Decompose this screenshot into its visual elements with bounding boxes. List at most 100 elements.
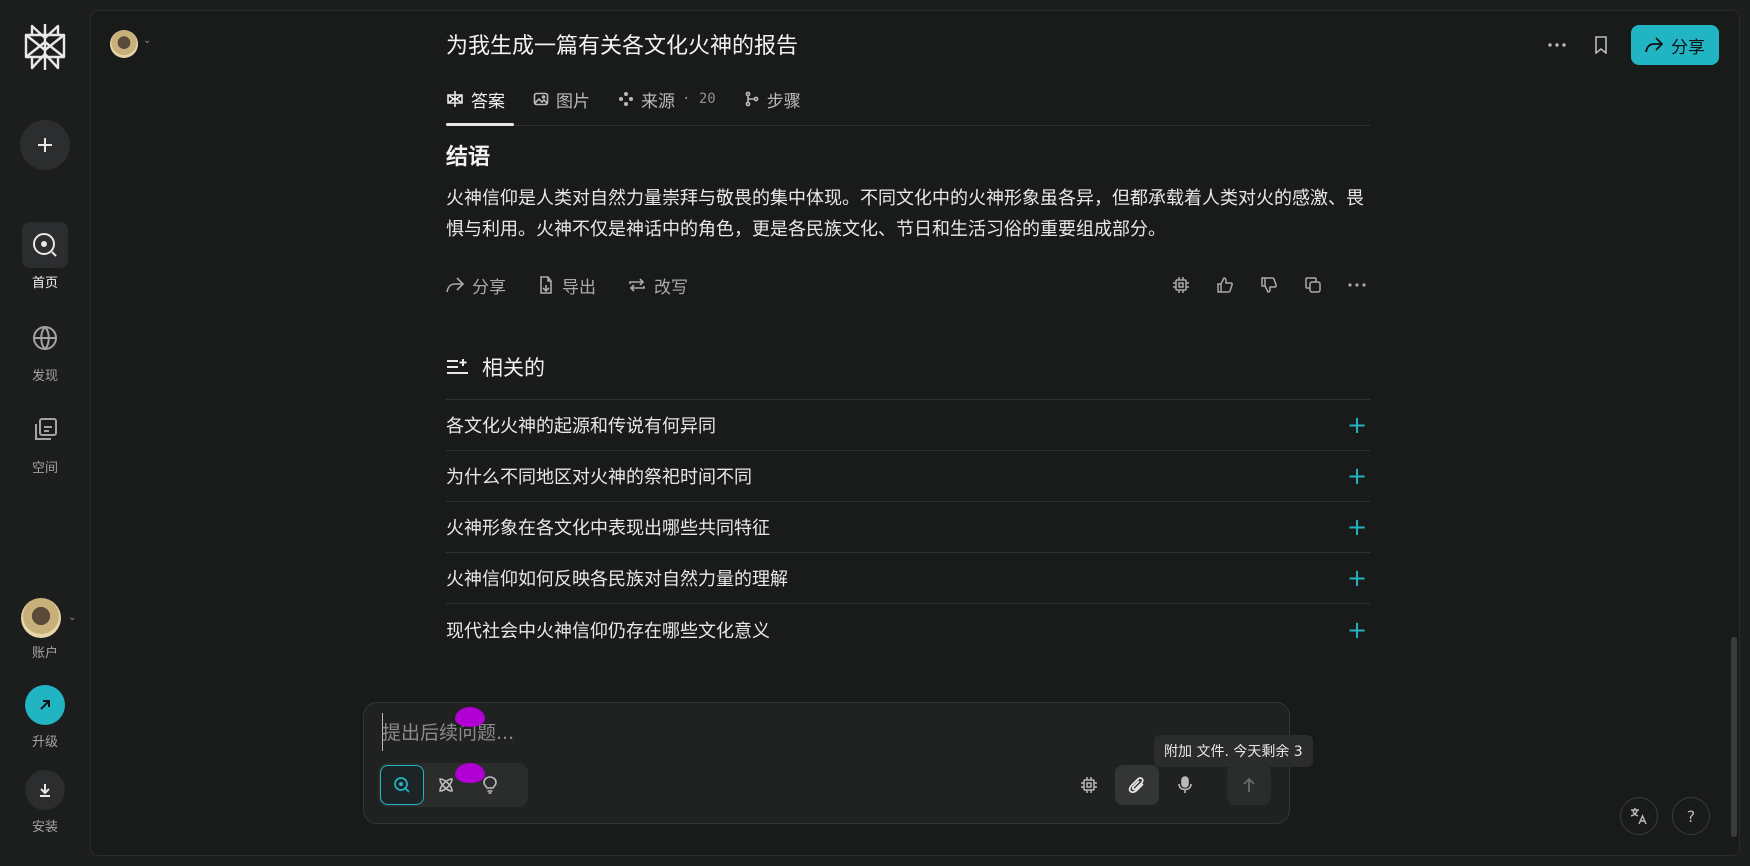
copy-icon [1305,277,1321,293]
related-list: 各文化火神的起源和传说有何异同 + 为什么不同地区对火神的祭祀时间不同 + 火神… [446,399,1370,655]
related-title-label: 相关的 [482,356,545,380]
active-tab-indicator [446,123,514,126]
plus-icon[interactable]: + [1344,411,1370,439]
sidebar-item-discover[interactable]: 发现 [0,315,90,384]
voice-input-button[interactable] [1163,765,1207,805]
page-title: 为我生成一篇有关各文化火神的报告 [446,34,799,59]
related-question-text: 各文化火神的起源和传说有何异同 [446,416,716,437]
sources-icon [619,92,633,106]
spaces-icon [22,407,68,453]
related-question[interactable]: 火神信仰如何反映各民族对自然力量的理解 + [446,553,1370,604]
search-mode-button[interactable] [380,765,424,805]
related-question-text: 现代社会中火神信仰仍存在哪些文化意义 [446,620,770,642]
new-thread-button[interactable] [20,120,70,170]
export-file-icon [540,276,552,294]
thumbs-up-icon [1217,277,1233,293]
related-question[interactable]: 火神形象在各文化中表现出哪些共同特征 + [446,502,1370,553]
account-menu[interactable]: ⌄ 账户 [0,598,90,661]
related-question-text: 火神信仰如何反映各民族对自然力量的理解 [446,569,788,590]
share-label: 分享 [1671,37,1705,58]
answer-secondary-actions [1168,272,1370,298]
section-heading: 结语 [446,145,491,170]
more-horizontal-icon [1548,43,1566,47]
copy-button[interactable] [1300,272,1326,298]
plus-icon[interactable]: + [1344,462,1370,490]
answer-icon [447,91,463,107]
scrollbar[interactable] [1731,637,1737,837]
help-button[interactable]: ? [1672,797,1710,835]
answer-share-button[interactable]: 分享 [446,273,506,298]
tab-label: 来源 [641,91,675,112]
related-question-text: 为什么不同地区对火神的祭祀时间不同 [446,467,752,488]
sidebar-item-label: 发现 [31,369,58,384]
share-button[interactable]: 分享 [1631,25,1719,65]
model-select-button[interactable] [1067,765,1111,805]
chevron-down-icon[interactable]: ⌄ [143,35,151,46]
model-chip-button[interactable] [1168,272,1194,298]
tab-label: 步骤 [766,91,801,112]
thumbs-down-button[interactable] [1256,272,1282,298]
tab-divider [446,125,1370,126]
selection-marker-bottom [455,763,485,783]
chevron-down-icon: ⌄ [68,612,77,623]
sidebar-item-spaces[interactable]: 空间 [0,407,90,476]
answer-paragraph: 火神信仰是人类对自然力量崇拜与敬畏的集中体现。不同文化中的火神形象虽各异，但都承… [446,188,1364,240]
plus-icon[interactable]: + [1344,513,1370,541]
attach-tooltip: 附加 文件. 今天剩余 3 [1154,735,1313,767]
plus-icon[interactable]: + [1344,564,1370,592]
action-label: 改写 [654,277,688,298]
steps-icon [745,91,759,107]
question-mark-icon: ? [1686,806,1696,826]
bookmark-icon [1595,36,1607,54]
install-button[interactable]: 安装 [0,770,90,835]
perplexity-logo-icon[interactable] [22,22,68,72]
avatar[interactable] [110,30,138,58]
upgrade-label: 升级 [31,735,58,750]
translate-button[interactable] [1620,797,1658,835]
share-arrow-icon [446,277,464,293]
submit-button[interactable] [1227,765,1271,805]
thread-tabs: 答案 图片 来源 · 20 步骤 [446,81,801,136]
account-label: 账户 [31,646,58,661]
home-search-icon [22,222,68,268]
related-question[interactable]: 各文化火神的起源和传说有何异同 + [446,400,1370,451]
related-question[interactable]: 为什么不同地区对火神的祭祀时间不同 + [446,451,1370,502]
answer-content: 结语 火神信仰是人类对自然力量崇拜与敬畏的集中体现。不同文化中的火神形象虽各异，… [446,139,1370,655]
search-icon [394,777,410,793]
install-label: 安装 [31,820,58,835]
related-question[interactable]: 现代社会中火神信仰仍存在哪些文化意义 + [446,604,1370,655]
repeat-icon [629,278,645,292]
upgrade-button[interactable]: 升级 [0,685,90,750]
arrow-up-right-icon [25,685,65,725]
arrow-up-icon [1243,777,1255,792]
related-question-text: 火神形象在各文化中表现出哪些共同特征 [446,518,770,539]
composer-tools [1067,765,1271,805]
plus-icon [38,138,52,152]
microphone-icon [1178,776,1192,793]
answer-actions: 分享 导出 改写 [446,267,1370,303]
tab-answer[interactable]: 答案 [446,81,505,117]
search-mode-selector [378,763,528,807]
attach-file-button[interactable] [1115,765,1159,805]
tab-steps[interactable]: 步骤 [744,81,801,117]
translate-icon [1630,808,1647,825]
sidebar-item-home[interactable]: 首页 [0,222,90,291]
sidebar-item-label: 空间 [31,461,58,476]
sidebar: 首页 发现 空间 ⌄ 账户 升级 安装 [0,0,90,866]
plus-icon[interactable]: + [1344,616,1370,644]
thread-actions: 分享 [1535,25,1719,65]
export-button[interactable]: 导出 [538,273,596,298]
more-options-button[interactable] [1535,25,1579,65]
discover-globe-icon [22,315,68,361]
answer-more-button[interactable] [1344,272,1370,298]
bookmark-button[interactable] [1579,25,1623,65]
rewrite-button[interactable]: 改写 [628,273,688,298]
tab-images[interactable]: 图片 [533,81,590,117]
related-heading: 相关的 [446,347,1370,387]
thumbs-up-button[interactable] [1212,272,1238,298]
tab-label: 答案 [471,91,505,112]
chip-icon [1173,277,1189,293]
download-icon [25,770,65,810]
sidebar-item-label: 首页 [31,276,58,291]
tab-sources[interactable]: 来源 · 20 [618,81,716,117]
